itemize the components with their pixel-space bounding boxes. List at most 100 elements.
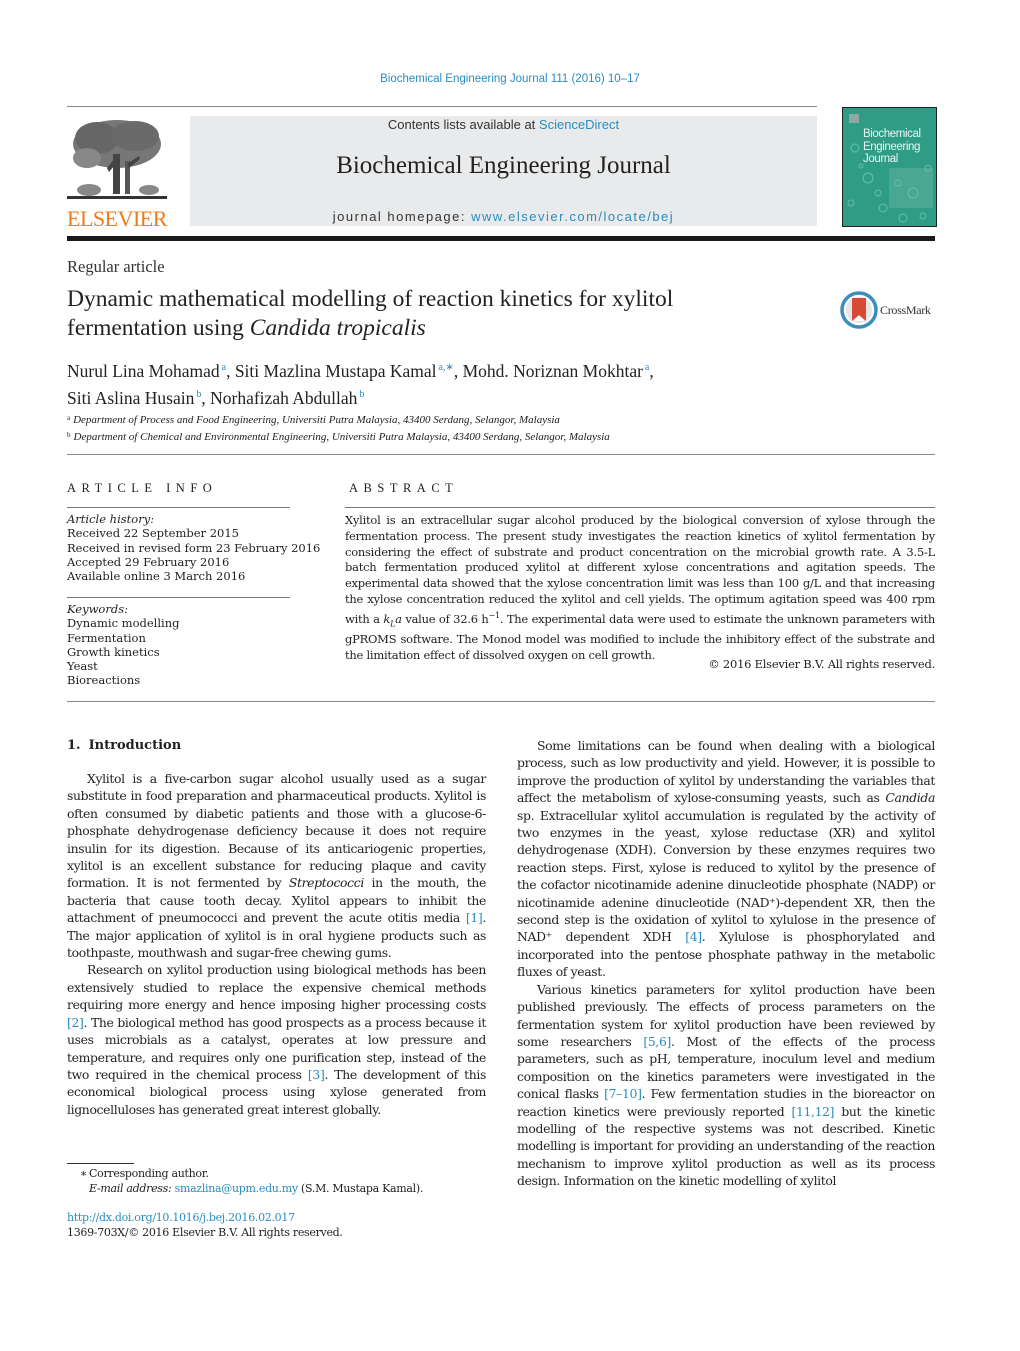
keywords-label: Keywords:	[67, 602, 128, 616]
author-separator: ,	[453, 361, 463, 381]
abstract-part: value of 32.6 h	[401, 611, 489, 626]
homepage-line: journal homepage: www.elsevier.com/locat…	[190, 209, 817, 224]
author-affiliation-marker[interactable]: a,∗	[439, 362, 454, 373]
author-name[interactable]: Siti Aslina Husain	[67, 388, 194, 408]
paragraph-text: sp. Extracellular xylitol accumulation i…	[517, 807, 935, 945]
citation-link[interactable]: [1]	[466, 910, 483, 925]
article-info-rule	[67, 507, 290, 508]
abstract-rule	[345, 507, 935, 508]
author-separator: ,	[649, 361, 654, 381]
body-paragraph: Some limitations can be found when deali…	[517, 737, 935, 981]
body-column-left: Xylitol is a five-carbon sugar alcohol u…	[67, 770, 486, 1118]
elsevier-logo[interactable]: ELSEVIER	[67, 116, 167, 231]
title-plain: fermentation using	[67, 315, 250, 341]
affiliation-a: a Department of Process and Food Engineer…	[67, 411, 867, 428]
title-line-1: Dynamic mathematical modelling of reacti…	[67, 286, 674, 312]
body-column-right: Some limitations can be found when deali…	[517, 737, 935, 1190]
author-line-2: Siti Aslina Husain b, Norhafizah Abdullah…	[67, 383, 827, 410]
citation-link[interactable]: [4]	[685, 929, 702, 944]
abstract-copyright: © 2016 Elsevier B.V. All rights reserved…	[708, 657, 935, 671]
history-item: Available online 3 March 2016	[67, 569, 246, 584]
italic-term: Candida	[885, 790, 935, 806]
paragraph-text: Some limitations can be found when deali…	[517, 738, 935, 806]
author-name[interactable]: Siti Mazlina Mustapa Kamal	[235, 361, 437, 381]
body-paragraph: Research on xylitol production using bio…	[67, 961, 486, 1118]
citation-link[interactable]: [3]	[308, 1067, 325, 1082]
publisher-name: ELSEVIER	[67, 206, 167, 231]
keywords-rule	[67, 597, 290, 598]
contents-prefix: Contents lists available at	[387, 117, 539, 132]
journal-title: Biochemical Engineering Journal	[336, 152, 671, 179]
cover-title-line: Biochemical	[863, 128, 921, 140]
affiliation-b: b Department of Chemical and Environmenta…	[67, 428, 867, 445]
article-type: Regular article	[67, 257, 165, 276]
header-divider	[67, 236, 935, 241]
author-separator: ,	[201, 388, 211, 408]
paragraph-text: Research on xylitol production using bio…	[67, 962, 486, 1013]
keyword: Bioreactions	[67, 673, 141, 688]
affiliation-key: b	[67, 430, 71, 439]
citation-link[interactable]: [5,6]	[643, 1034, 671, 1049]
author-name[interactable]: Nurul Lina Mohamad	[67, 361, 220, 381]
email-label: E-mail address:	[89, 1181, 172, 1195]
issn-line: 1369-703X/© 2016 Elsevier B.V. All right…	[67, 1225, 343, 1239]
email-link[interactable]: smazlina@upm.edu.my	[175, 1182, 299, 1195]
keyword: Dynamic modelling	[67, 616, 180, 631]
abstract-heading: ABSTRACT	[349, 481, 459, 495]
affiliations: a Department of Process and Food Engineer…	[67, 411, 867, 444]
title-species: Candida tropicalis	[249, 315, 426, 341]
cover-pattern-icon	[843, 108, 936, 226]
abstract-part: Xylitol is an extracellular sugar alcoho…	[345, 513, 935, 626]
email-suffix: (S.M. Mustapa Kamal).	[297, 1181, 424, 1195]
journal-cover[interactable]: Biochemical Engineering Journal	[842, 107, 937, 227]
author-separator: ,	[226, 361, 235, 381]
crossmark-button[interactable]: CrossMark	[840, 291, 940, 329]
affiliation-text: Department of Process and Food Engineeri…	[73, 414, 560, 426]
doi-block: http://dx.doi.org/10.1016/j.bej.2016.02.…	[67, 1211, 487, 1240]
section-title: Introduction	[88, 738, 182, 753]
history-item: Accepted 29 February 2016	[67, 554, 230, 569]
affiliation-key: a	[67, 414, 71, 422]
elsevier-tree-icon	[67, 120, 167, 199]
citation-link[interactable]: [7–10]	[604, 1086, 642, 1101]
paragraph-text: Xylitol is a five-carbon sugar alcohol u…	[67, 771, 486, 891]
article-info-heading: ARTICLE INFO	[67, 481, 218, 495]
running-head[interactable]: Biochemical Engineering Journal 111 (201…	[0, 73, 1020, 85]
body-paragraph: Xylitol is a five-carbon sugar alcohol u…	[67, 770, 486, 961]
body-paragraph: Various kinetics parameters for xylitol …	[517, 981, 935, 1190]
italic-term: Streptococci	[288, 875, 364, 891]
homepage-link[interactable]: www.elsevier.com/locate/bej	[471, 209, 674, 224]
author-affiliation-marker[interactable]: b	[359, 389, 364, 400]
sciencedirect-link[interactable]: ScienceDirect	[539, 117, 619, 132]
cover-title-line: Journal	[863, 153, 898, 165]
crossmark-label: CrossMark	[880, 303, 931, 317]
footnote-email-line: E-mail address: smazlina@upm.edu.my (S.M…	[67, 1182, 487, 1197]
cover-title-line: Engineering	[863, 140, 920, 153]
history-item: Received in revised form 23 February 201…	[67, 540, 321, 555]
keyword: Growth kinetics	[67, 644, 160, 659]
keyword: Fermentation	[67, 630, 146, 645]
footnote-corresponding: Corresponding author.	[89, 1167, 209, 1180]
history-label: Article history:	[67, 512, 155, 526]
corresponding-author-footnote: ∗ Corresponding author. E-mail address: s…	[67, 1167, 487, 1196]
unit-exponent: −1	[488, 610, 501, 620]
article-history: Article history: Received 22 September 2…	[67, 512, 320, 583]
author-list: Nurul Lina Mohamad a, Siti Mazlina Mustap…	[67, 356, 827, 410]
homepage-prefix: journal homepage:	[332, 209, 472, 224]
author-name[interactable]: Norhafizah Abdullah	[210, 388, 357, 408]
title-line-2: fermentation using Candida tropicalis	[67, 314, 807, 343]
author-name[interactable]: Mohd. Noriznan Mokhtar	[463, 361, 643, 381]
keywords: Keywords: Dynamic modelling Fermentation…	[67, 602, 179, 688]
journal-masthead: Contents lists available at ScienceDirec…	[190, 116, 817, 226]
section-number: 1.	[67, 738, 81, 753]
doi-link[interactable]: http://dx.doi.org/10.1016/j.bej.2016.02.…	[67, 1211, 487, 1226]
citation-link[interactable]: [2]	[67, 1015, 84, 1030]
abstract-text: Xylitol is an extracellular sugar alcoho…	[345, 513, 935, 663]
footnote-rule	[67, 1163, 134, 1164]
section-heading: 1. Introduction	[67, 738, 189, 753]
footnote-line: ∗ Corresponding author.	[67, 1167, 487, 1182]
front-matter-divider	[67, 454, 935, 455]
citation-link[interactable]: [11,12]	[791, 1104, 834, 1119]
contents-line: Contents lists available at ScienceDirec…	[190, 117, 817, 132]
footnote-star: ∗	[79, 1167, 87, 1180]
